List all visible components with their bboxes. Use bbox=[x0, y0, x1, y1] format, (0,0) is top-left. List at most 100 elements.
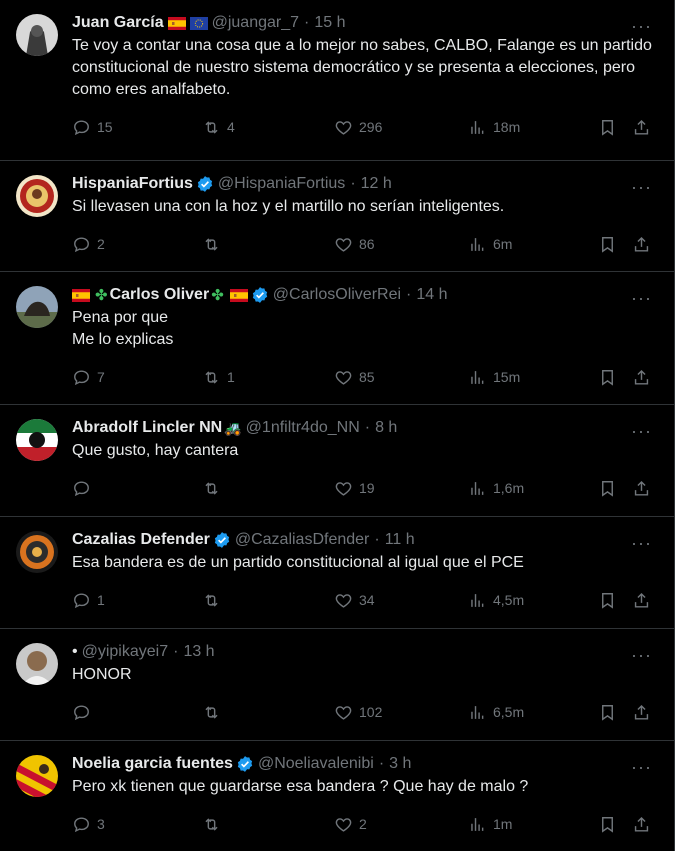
share-button[interactable] bbox=[632, 591, 651, 610]
author-handle[interactable]: @1nfiltr4do_NN bbox=[246, 419, 360, 437]
author-handle[interactable]: @yipikayei7 bbox=[82, 643, 169, 661]
share-button[interactable] bbox=[632, 235, 651, 254]
more-options-icon[interactable]: ··· bbox=[631, 177, 652, 198]
tweet-text: Pena por que Me lo explicas bbox=[72, 309, 174, 348]
tweet[interactable]: • @yipikayei7 · 13 h ··· HONOR 102 6,5m bbox=[0, 629, 674, 741]
views-button[interactable]: 1m bbox=[468, 815, 512, 834]
separator-dot: · bbox=[364, 419, 371, 436]
author-handle[interactable]: @CarlosOliverRei bbox=[273, 286, 401, 304]
bookmark-icon bbox=[598, 591, 617, 610]
avatar[interactable] bbox=[16, 175, 58, 217]
author-handle[interactable]: @juangar_7 bbox=[212, 14, 299, 32]
more-options-icon[interactable]: ··· bbox=[631, 533, 652, 554]
author-name[interactable]: Juan García bbox=[72, 14, 164, 32]
more-options-icon[interactable]: ··· bbox=[631, 16, 652, 37]
bookmark-button[interactable] bbox=[598, 815, 617, 834]
share-button[interactable] bbox=[632, 815, 651, 834]
like-button[interactable]: 2 bbox=[334, 815, 367, 834]
author-handle[interactable]: @HispaniaFortius bbox=[218, 175, 345, 193]
tweet-text: Si llevasen una con la hoz y el martillo… bbox=[72, 198, 505, 215]
timestamp[interactable]: 12 h bbox=[361, 175, 392, 193]
views-button[interactable]: 6m bbox=[468, 235, 512, 254]
like-button[interactable]: 85 bbox=[334, 368, 375, 387]
analytics-icon bbox=[468, 591, 487, 610]
share-button[interactable] bbox=[632, 118, 651, 137]
retweet-button[interactable] bbox=[202, 591, 227, 610]
like-button[interactable]: 19 bbox=[334, 479, 375, 498]
reply-count: 1 bbox=[97, 592, 105, 608]
tweet[interactable]: Abradolf Lincler NN 🚜 @1nfiltr4do_NN · 8… bbox=[0, 405, 674, 517]
views-button[interactable]: 18m bbox=[468, 118, 520, 137]
retweet-button[interactable] bbox=[202, 703, 227, 722]
timestamp[interactable]: 11 h bbox=[385, 531, 415, 549]
bookmark-button[interactable] bbox=[598, 703, 617, 722]
retweet-button[interactable] bbox=[202, 235, 227, 254]
like-button[interactable]: 34 bbox=[334, 591, 375, 610]
retweet-button[interactable]: 1 bbox=[202, 368, 235, 387]
share-button[interactable] bbox=[632, 368, 651, 387]
author-name[interactable]: Noelia garcia fuentes bbox=[72, 755, 233, 773]
share-icon bbox=[632, 479, 651, 498]
author-handle[interactable]: @Noeliavalenibi bbox=[258, 755, 374, 773]
views-button[interactable]: 6,5m bbox=[468, 703, 524, 722]
avatar[interactable] bbox=[16, 14, 58, 56]
avatar[interactable] bbox=[16, 419, 58, 461]
timestamp[interactable]: 14 h bbox=[416, 286, 447, 304]
author-name[interactable]: Carlos Oliver bbox=[110, 286, 210, 304]
reply-button[interactable]: 3 bbox=[72, 815, 105, 834]
timestamp[interactable]: 3 h bbox=[389, 755, 411, 773]
reply-button[interactable]: 2 bbox=[72, 235, 105, 254]
like-count: 19 bbox=[359, 480, 375, 496]
bookmark-button[interactable] bbox=[598, 118, 617, 137]
share-button[interactable] bbox=[632, 703, 651, 722]
like-button[interactable]: 296 bbox=[334, 118, 382, 137]
avatar[interactable] bbox=[16, 286, 58, 328]
reply-button[interactable] bbox=[72, 479, 97, 498]
tweet-text: Pero xk tienen que guardarse esa bandera… bbox=[72, 778, 529, 795]
bookmark-button[interactable] bbox=[598, 591, 617, 610]
author-handle[interactable]: @CazaliasDfender bbox=[235, 531, 370, 549]
tweet[interactable]: ✤ Carlos Oliver ✤ @CarlosOliverRei · 14 … bbox=[0, 272, 674, 405]
timestamp[interactable]: 13 h bbox=[183, 643, 214, 661]
retweet-count: 1 bbox=[227, 369, 235, 385]
view-count: 1,6m bbox=[493, 480, 525, 496]
views-button[interactable]: 4,5m bbox=[468, 591, 524, 610]
avatar[interactable] bbox=[16, 643, 58, 685]
reply-button[interactable]: 15 bbox=[72, 118, 113, 137]
views-button[interactable]: 15m bbox=[468, 368, 520, 387]
avatar[interactable] bbox=[16, 531, 58, 573]
timestamp[interactable]: 8 h bbox=[375, 419, 397, 437]
tweet[interactable]: Cazalias Defender @CazaliasDfender · 11 … bbox=[0, 517, 674, 629]
reply-button[interactable]: 7 bbox=[72, 368, 105, 387]
reply-button[interactable] bbox=[72, 703, 97, 722]
tweet[interactable]: Noelia garcia fuentes @Noeliavalenibi · … bbox=[0, 741, 674, 851]
avatar[interactable] bbox=[16, 755, 58, 797]
retweet-button[interactable]: 4 bbox=[202, 118, 235, 137]
bookmark-button[interactable] bbox=[598, 235, 617, 254]
retweet-button[interactable] bbox=[202, 479, 227, 498]
author-name[interactable]: Abradolf Lincler NN bbox=[72, 419, 222, 437]
tweet[interactable]: Juan García @juangar_7 · 15 h ··· Te voy… bbox=[0, 0, 674, 161]
more-options-icon[interactable]: ··· bbox=[631, 288, 652, 309]
author-name[interactable]: • bbox=[72, 643, 78, 661]
author-name[interactable]: Cazalias Defender bbox=[72, 531, 210, 549]
retweet-button[interactable] bbox=[202, 815, 227, 834]
more-options-icon[interactable]: ··· bbox=[631, 757, 652, 778]
timestamp[interactable]: 15 h bbox=[314, 14, 345, 32]
author-name[interactable]: HispaniaFortius bbox=[72, 175, 193, 193]
bookmark-button[interactable] bbox=[598, 479, 617, 498]
share-button[interactable] bbox=[632, 479, 651, 498]
action-bar: 3 2 1m bbox=[72, 804, 658, 844]
more-options-icon[interactable]: ··· bbox=[631, 645, 652, 666]
bookmark-button[interactable] bbox=[598, 368, 617, 387]
more-options-icon[interactable]: ··· bbox=[631, 421, 652, 442]
bookmark-icon bbox=[598, 368, 617, 387]
view-count: 15m bbox=[493, 369, 521, 385]
like-button[interactable]: 102 bbox=[334, 703, 382, 722]
tweet[interactable]: HispaniaFortius @HispaniaFortius · 12 h … bbox=[0, 161, 674, 272]
like-button[interactable]: 86 bbox=[334, 235, 375, 254]
reply-button[interactable]: 1 bbox=[72, 591, 105, 610]
views-button[interactable]: 1,6m bbox=[468, 479, 524, 498]
tweet-text: Esa bandera es de un partido constitucio… bbox=[72, 554, 524, 571]
heart-icon bbox=[334, 118, 353, 137]
